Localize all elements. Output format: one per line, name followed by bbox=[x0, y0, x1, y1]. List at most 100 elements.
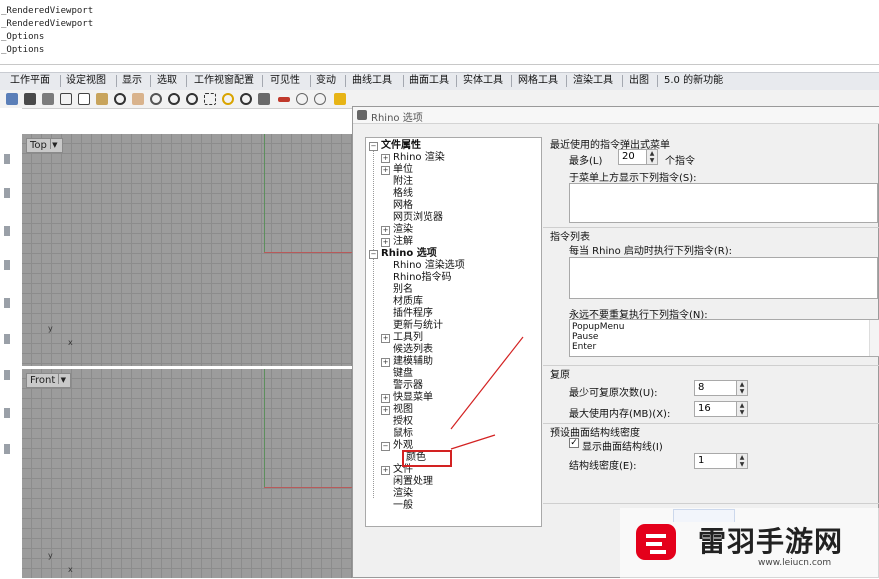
rotate-icon[interactable] bbox=[150, 93, 162, 105]
world-x-axis bbox=[264, 487, 362, 488]
zoom-selected-icon[interactable] bbox=[222, 93, 234, 105]
list-item[interactable]: Enter bbox=[572, 342, 596, 352]
grid-icon[interactable] bbox=[278, 97, 290, 102]
spin-down-icon[interactable]: ▼ bbox=[736, 388, 747, 395]
tab-new-in-v5[interactable]: 5.0 的新功能 bbox=[664, 74, 723, 88]
command-history-line: _RenderedViewport bbox=[1, 19, 94, 29]
tab-set-view[interactable]: 设定视图 bbox=[66, 74, 106, 88]
startup-commands-list[interactable] bbox=[569, 257, 878, 299]
axis-z-indicator: y bbox=[48, 551, 53, 560]
print-icon[interactable] bbox=[42, 93, 54, 105]
chevron-down-icon: ▼ bbox=[49, 139, 59, 149]
max-memory-value: 16 bbox=[698, 403, 711, 414]
isocurve-density-stepper[interactable]: 1 ▲ ▼ bbox=[694, 453, 748, 469]
list-scrollbar[interactable] bbox=[869, 320, 879, 356]
top-commands-list[interactable] bbox=[569, 183, 878, 223]
spin-down-icon[interactable]: ▼ bbox=[646, 157, 657, 164]
tab-separator bbox=[345, 75, 346, 87]
section-divider bbox=[543, 227, 879, 228]
save-icon[interactable] bbox=[24, 93, 36, 105]
new-icon[interactable] bbox=[6, 93, 18, 105]
annotation-arrow-line bbox=[450, 434, 496, 450]
tab-cplanes[interactable]: 工作平面 bbox=[10, 74, 50, 88]
annotation-arrow-line bbox=[450, 336, 524, 430]
top-list-label: 于菜单上方显示下列指令(S): bbox=[569, 173, 697, 184]
viewport-front-label[interactable]: Front ▼ bbox=[26, 373, 72, 388]
axis-y-indicator: y bbox=[48, 324, 53, 333]
tab-surface-tools[interactable]: 曲面工具 bbox=[409, 74, 449, 88]
left-panel-glyph bbox=[4, 226, 10, 236]
command-history: _RenderedViewport _RenderedViewport _Opt… bbox=[0, 0, 879, 65]
tab-separator bbox=[566, 75, 567, 87]
tab-separator bbox=[186, 75, 187, 87]
pan-icon[interactable] bbox=[132, 93, 144, 105]
zoom-window-icon[interactable] bbox=[186, 93, 198, 105]
min-undo-stepper[interactable]: 8 ▲ ▼ bbox=[694, 380, 748, 396]
min-undo-label: 最少可复原次数(U): bbox=[569, 388, 658, 399]
tab-drafting[interactable]: 出图 bbox=[629, 74, 649, 88]
tab-solid-tools[interactable]: 实体工具 bbox=[463, 74, 503, 88]
paste-icon[interactable] bbox=[96, 93, 108, 105]
viewport-top-label-text: Top bbox=[30, 140, 47, 151]
left-panel-glyph bbox=[4, 260, 10, 270]
tab-mesh-tools[interactable]: 网格工具 bbox=[518, 74, 558, 88]
shade-icon[interactable] bbox=[314, 93, 326, 105]
spin-up-icon[interactable]: ▲ bbox=[736, 402, 747, 409]
zoom-extents-icon[interactable] bbox=[204, 93, 216, 105]
tab-separator bbox=[150, 75, 151, 87]
undo-icon[interactable] bbox=[114, 93, 126, 105]
lights-icon[interactable] bbox=[296, 93, 308, 105]
tab-select[interactable]: 选取 bbox=[157, 74, 177, 88]
tab-separator bbox=[310, 75, 311, 87]
left-panel-glyph bbox=[4, 408, 10, 418]
viewport-top-label[interactable]: Top ▼ bbox=[26, 138, 63, 153]
startup-commands-label: 每当 Rhino 启动时执行下列指令(R): bbox=[569, 246, 732, 257]
tab-render-tools[interactable]: 渲染工具 bbox=[573, 74, 613, 88]
section-divider bbox=[543, 365, 879, 366]
spin-down-icon[interactable]: ▼ bbox=[736, 409, 747, 416]
max-commands-stepper[interactable]: 20 ▲ ▼ bbox=[618, 149, 658, 165]
site-watermark: 雷羽手游网 www.leiucn.com bbox=[620, 508, 879, 578]
left-panel-glyph bbox=[4, 298, 10, 308]
tab-curve-tools[interactable]: 曲线工具 bbox=[352, 74, 392, 88]
undo-section-title: 复原 bbox=[550, 370, 570, 381]
spin-up-icon[interactable]: ▲ bbox=[736, 454, 747, 461]
tab-viewport-layout[interactable]: 工作视窗配置 bbox=[194, 74, 254, 88]
viewport-front[interactable]: Front ▼ y x bbox=[22, 369, 362, 578]
chevron-down-icon: ▼ bbox=[58, 374, 67, 384]
show-isocurves-label: 显示曲面结构线(I) bbox=[582, 442, 663, 453]
copy-icon[interactable] bbox=[78, 93, 90, 105]
tab-visibility[interactable]: 可见性 bbox=[270, 74, 300, 88]
max-memory-stepper[interactable]: 16 ▲ ▼ bbox=[694, 401, 748, 417]
left-panel bbox=[0, 108, 22, 578]
viewport-top[interactable]: Top ▼ y x bbox=[22, 134, 362, 366]
tab-display[interactable]: 显示 bbox=[122, 74, 142, 88]
tab-separator bbox=[456, 75, 457, 87]
world-y-axis bbox=[264, 134, 265, 252]
isocurve-section-title: 预设曲面结构线密度 bbox=[550, 428, 640, 439]
tab-transform[interactable]: 变动 bbox=[316, 74, 336, 88]
tab-separator bbox=[262, 75, 263, 87]
named-view-icon[interactable] bbox=[258, 93, 270, 105]
spin-down-icon[interactable]: ▼ bbox=[736, 461, 747, 468]
show-isocurves-checkbox[interactable]: ✓ bbox=[569, 438, 579, 448]
cut-icon[interactable] bbox=[60, 93, 72, 105]
left-panel-glyph bbox=[4, 188, 10, 198]
spin-up-icon[interactable]: ▲ bbox=[646, 150, 657, 157]
render-icon[interactable] bbox=[334, 93, 346, 105]
never-repeat-list[interactable]: PopupMenu Pause Enter bbox=[569, 319, 879, 357]
isocurve-density-label: 结构线密度(E): bbox=[569, 461, 637, 472]
watermark-logo-icon bbox=[636, 524, 676, 560]
tab-separator bbox=[511, 75, 512, 87]
world-x-axis bbox=[264, 252, 362, 253]
list-item[interactable]: Pause bbox=[572, 332, 598, 342]
rotate-view-icon[interactable] bbox=[240, 93, 252, 105]
spin-up-icon[interactable]: ▲ bbox=[736, 381, 747, 388]
toolbar-tabs: 工作平面 设定视图 显示 选取 工作视窗配置 可见性 变动 曲线工具 曲面工具 … bbox=[0, 72, 879, 91]
left-panel-glyph bbox=[4, 154, 10, 164]
command-history-line: _Options bbox=[1, 45, 45, 55]
max-memory-label: 最大使用内存(MB)(X): bbox=[569, 409, 671, 420]
zoom-icon[interactable] bbox=[168, 93, 180, 105]
list-item[interactable]: PopupMenu bbox=[572, 322, 624, 332]
watermark-url: www.leiucn.com bbox=[758, 558, 832, 568]
